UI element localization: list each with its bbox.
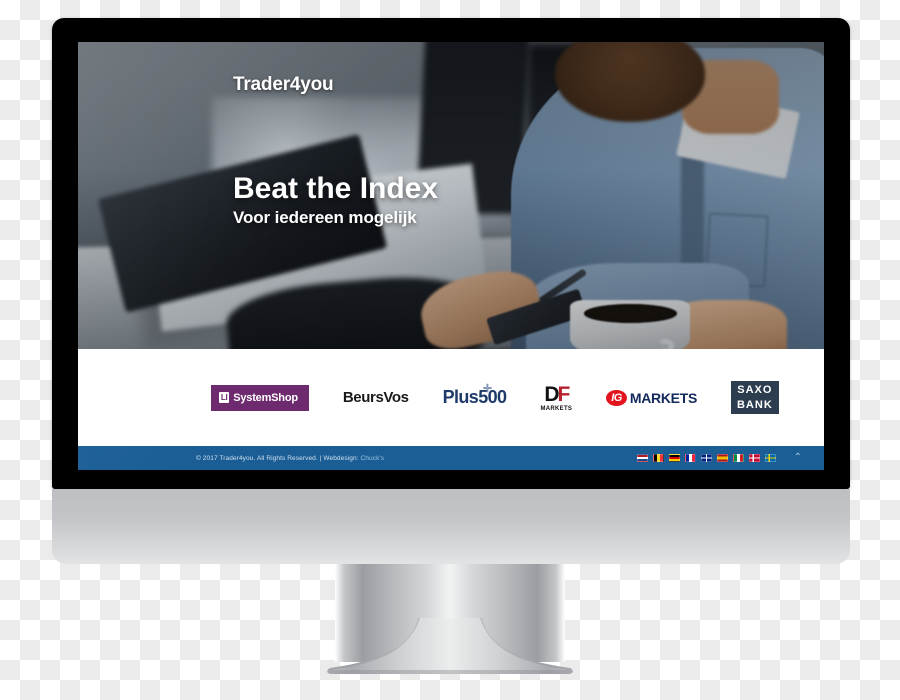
monitor-screen: Trader4you Beat the Index Voor iedereen … [78,42,824,470]
igmarkets-label: MARKETS [629,389,697,406]
saxo-line-2: BANK [736,399,773,411]
copyright-text: © 2017 Trader4you. All Rights Reserved. … [196,454,361,462]
hero-section: Trader4you Beat the Index Voor iedereen … [78,42,824,349]
partner-logo-plus500[interactable]: ✛ Plus500 [443,381,507,415]
systemshop-mark-icon: LI [219,392,230,403]
hero-background-photo [78,42,824,349]
plus500-label: Plus500 [442,387,507,407]
df-letter-f: F [557,382,571,406]
monitor-bezel: Trader4you Beat the Index Voor iedereen … [52,18,850,489]
monitor-stand-base [300,618,600,676]
dfmarkets-sublabel: MARKETS [540,405,573,412]
systemshop-label: SystemShop [233,391,298,404]
flag-icon-gb[interactable] [701,454,712,462]
flag-icon-fr[interactable] [685,454,696,462]
df-letter-d: D [544,382,559,406]
site-logo[interactable]: Trader4you [233,74,334,96]
flag-icon-es[interactable] [717,454,728,462]
flag-icon-it[interactable] [733,454,744,462]
language-flag-list [637,454,776,462]
partner-logo-saxobank[interactable]: SAXO BANK [730,380,779,415]
monitor-chin [52,489,850,564]
hero-subheadline: Voor iedereen mogelijk [233,207,417,227]
hero-headline: Beat the Index [233,172,439,205]
partner-logo-beursvos[interactable]: BeursVos [343,381,409,415]
scroll-to-top-icon[interactable]: ⌃ [794,453,802,463]
site-footer: © 2017 Trader4you. All Rights Reserved. … [78,446,824,470]
hero-copy-block: Beat the Index Voor iedereen mogelijk [233,173,438,228]
stand-base-shape [327,618,573,674]
hero-dark-overlay [78,42,824,349]
partner-logo-strip: LI SystemShop BeursVos ✛ Plus500 DF MARK… [78,349,824,446]
flag-icon-be[interactable] [653,454,664,462]
flag-icon-dk[interactable] [749,454,760,462]
footer-copyright: © 2017 Trader4you. All Rights Reserved. … [196,455,384,462]
partner-logo-igmarkets[interactable]: IG MARKETS [606,381,697,415]
partner-logo-dfmarkets[interactable]: DF MARKETS [540,381,572,415]
plus500-cross-icon: ✛ [482,383,492,395]
webdesign-credit-link[interactable]: Chuck's [361,455,385,462]
flag-icon-se[interactable] [765,454,776,462]
beursvos-label: BeursVos [342,389,409,406]
ig-badge-icon: IG [606,389,627,406]
saxo-line-1: SAXO [737,383,773,396]
partner-logo-systemshop[interactable]: LI SystemShop [211,381,309,415]
flag-icon-de[interactable] [669,454,680,462]
flag-icon-nl[interactable] [637,454,648,462]
